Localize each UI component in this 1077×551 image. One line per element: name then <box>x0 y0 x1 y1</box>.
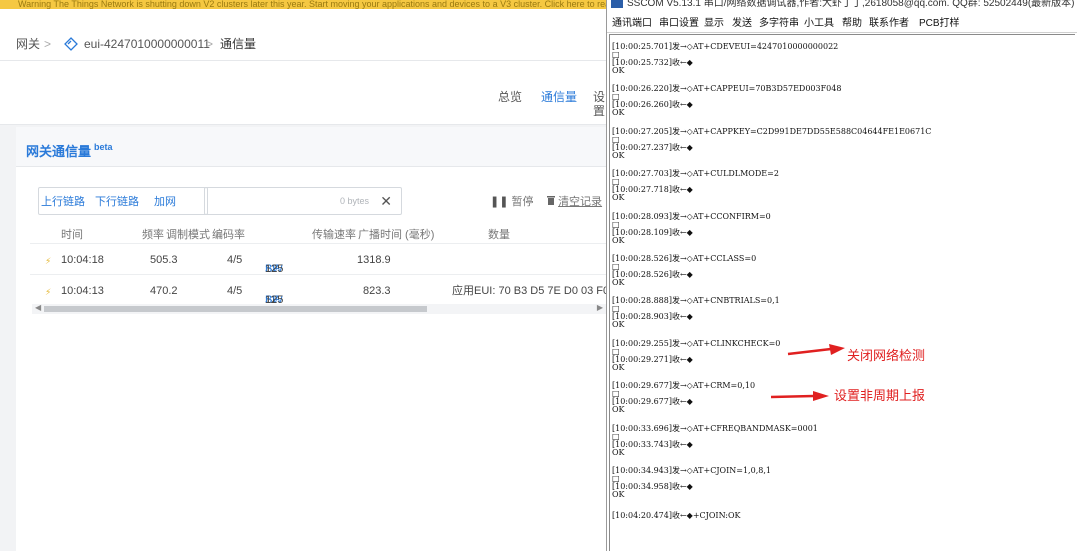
log-line-ok: OK <box>612 66 625 75</box>
column-modulation: 调制模式 <box>166 229 210 241</box>
column-time: 时间 <box>61 229 83 241</box>
annotation-link-check: 关闭网络检测 <box>847 349 926 364</box>
screen: Warning The Things Network is shutting d… <box>0 0 1077 551</box>
arrow-icon <box>770 391 829 401</box>
log-line-ok: OK <box>612 320 625 330</box>
breadcrumb-gateways[interactable]: 网关 <box>16 37 40 51</box>
log-line-ok: OK <box>612 193 625 203</box>
log-line-ok: OK <box>612 235 625 245</box>
log-line-send: [10:00:28.093]发→◇AT+CCONFIRM=0 <box>612 211 771 221</box>
log-line-send: [10:00:27.703]发→◇AT+CULDLMODE=2 <box>612 169 779 179</box>
breadcrumb-current: 通信量beta <box>220 37 277 77</box>
log-line-send: [10:00:28.888]发→◇AT+CNBTRIALS=0,1 <box>612 296 780 306</box>
cell-airtime: 1318.9 <box>357 254 391 266</box>
log-line-ok: OK <box>612 108 625 118</box>
traffic-panel: 网关通信量 beta 上行链路 下行链路 加网 0 bytes ✕ ❚❚ 暂停 清… <box>16 127 615 551</box>
sscom-title-bar: SSCOM V5.13.1 串口/网络数据调试器,作者:大虾丁丁,2618058… <box>607 0 1077 13</box>
cell-coding-rate: 4/5 <box>227 285 243 297</box>
breadcrumb-sep: > <box>206 37 214 51</box>
trash-icon <box>547 196 555 205</box>
column-airtime: 广播时间 (毫秒) <box>358 229 435 241</box>
menu-item-send[interactable]: 发送 <box>732 18 752 29</box>
tab-traffic[interactable]: 通信量 <box>541 90 577 104</box>
panel-title: 网关通信量 beta <box>26 142 113 159</box>
pause-button[interactable]: ❚❚ 暂停 <box>490 195 534 209</box>
log-line-ok: OK <box>612 362 625 372</box>
log-line-ok: OK <box>612 405 625 415</box>
column-coding-rate: 编码率 <box>212 229 245 241</box>
cell-airtime: 823.3 <box>363 285 391 297</box>
cell-coding-rate: 4/5 <box>227 254 243 266</box>
gateway-icon <box>64 37 78 51</box>
menu-item-multi-string[interactable]: 多字符串 <box>759 18 799 29</box>
app-icon <box>611 0 623 8</box>
annotation-non-periodic: 设置非周期上报 <box>834 389 926 404</box>
log-line-send: [10:00:29.677]发→◇AT+CRM=0,10 <box>612 381 756 391</box>
filter-value: 0 bytes <box>339 196 369 206</box>
uplink-icon: ⚡ <box>45 287 52 297</box>
log-line-ok: OK <box>612 278 625 287</box>
menu-item-serial-settings[interactable]: 串口设置 <box>659 18 699 29</box>
menu-item-port[interactable]: 通讯端口 <box>612 18 652 29</box>
menu-item-pcb[interactable]: PCB打样 <box>919 18 960 29</box>
column-frequency: 频率 <box>142 229 164 241</box>
arrow-icon <box>787 344 845 356</box>
log-line-send: [10:00:34.943]发→◇AT+CJOIN=1,0,8,1 <box>612 466 771 475</box>
cell-time: 10:04:18 <box>61 254 104 266</box>
horizontal-scrollbar[interactable]: ◀ ▶ <box>32 303 615 314</box>
join-button[interactable]: 加网 <box>154 195 176 209</box>
pause-icon: ❚❚ <box>490 196 509 208</box>
log-line-join-ok: [10:04:20.474]收←◆+CJOIN:OK <box>612 511 741 521</box>
log-line-ok: OK <box>612 447 625 457</box>
log-line-ok: OK <box>612 150 625 160</box>
log-line-send: [10:00:26.220]发→◇AT+CAPPEUI=70B3D57ED003… <box>612 84 842 94</box>
cell-frequency: 470.2 <box>150 285 178 297</box>
scroll-right-icon[interactable]: ▶ <box>597 303 603 312</box>
log-line-ok: OK <box>612 490 625 499</box>
scrollbar-thumb[interactable] <box>44 306 427 312</box>
close-icon[interactable]: ✕ <box>380 193 392 210</box>
panel-header: 网关通信量 beta <box>16 127 615 167</box>
payload-filter-input[interactable]: 0 bytes ✕ <box>204 187 402 215</box>
breadcrumb-sep: > <box>44 37 52 51</box>
log-line-send: [10:00:25.701]发→◇AT+CDEVEUI=424701000000… <box>612 42 839 51</box>
scroll-left-icon[interactable]: ◀ <box>35 303 41 312</box>
menu-item-display[interactable]: 显示 <box>704 18 724 29</box>
table-row[interactable]: ⚡ 10:04:13 470.2 4/5 SF 11 BW 125 823.3 … <box>30 274 615 306</box>
breadcrumb-device[interactable]: eui-4247010000000011 <box>84 37 210 51</box>
message-type-filter: 上行链路 下行链路 加网 <box>38 187 208 215</box>
log-line-send: [10:00:27.205]发→◇AT+CAPPKEY=C2D991DE7DD5… <box>612 126 932 136</box>
uplink-button[interactable]: 上行链路 <box>41 195 85 209</box>
beta-badge: beta <box>94 142 113 152</box>
cell-time: 10:04:13 <box>61 285 104 297</box>
breadcrumb: 网关 > eui-4247010000000011 > 通信量beta <box>0 9 615 77</box>
table-row[interactable]: ⚡ 10:04:18 505.3 4/5 SF 12 BW 125 1318.9 <box>30 243 615 275</box>
sscom-menu-bar: 通讯端口 串口设置 显示 发送 多字符串 小工具 帮助 联系作者 PCB打样 <box>607 13 1077 33</box>
menu-item-tools[interactable]: 小工具 <box>804 18 834 29</box>
log-line-send: [10:00:33.696]发→◇AT+CFREQBANDMASK=0001 <box>612 423 818 433</box>
uplink-icon: ⚡ <box>45 256 52 266</box>
menu-item-help[interactable]: 帮助 <box>842 18 862 29</box>
cell-frequency: 505.3 <box>150 254 178 266</box>
receive-log[interactable]: [10:00:25.701]发→◇AT+CDEVEUI=424701000000… <box>609 34 1075 551</box>
column-payload: 数量 <box>488 229 510 241</box>
page-tabs: 总览 通信量 设置 <box>0 61 615 125</box>
log-line-send: [10:00:29.255]发→◇AT+CLINKCHECK=0 <box>612 338 781 348</box>
downlink-button[interactable]: 下行链路 <box>95 195 139 209</box>
column-data-rate: 传输速率 <box>312 229 356 241</box>
clear-log-button[interactable]: 清空记录 <box>547 195 602 209</box>
tab-overview[interactable]: 总览 <box>498 90 522 104</box>
menu-item-contact[interactable]: 联系作者 <box>869 18 909 29</box>
cell-payload: 应用EUI: 70 B3 D5 7E D0 03 F0 <box>452 285 610 297</box>
log-line-send: [10:00:28.526]发→◇AT+CCLASS=0 <box>612 254 757 263</box>
sscom-window: SSCOM V5.13.1 串口/网络数据调试器,作者:大虾丁丁,2618058… <box>606 0 1077 551</box>
warning-banner[interactable]: Warning The Things Network is shutting d… <box>0 0 615 9</box>
